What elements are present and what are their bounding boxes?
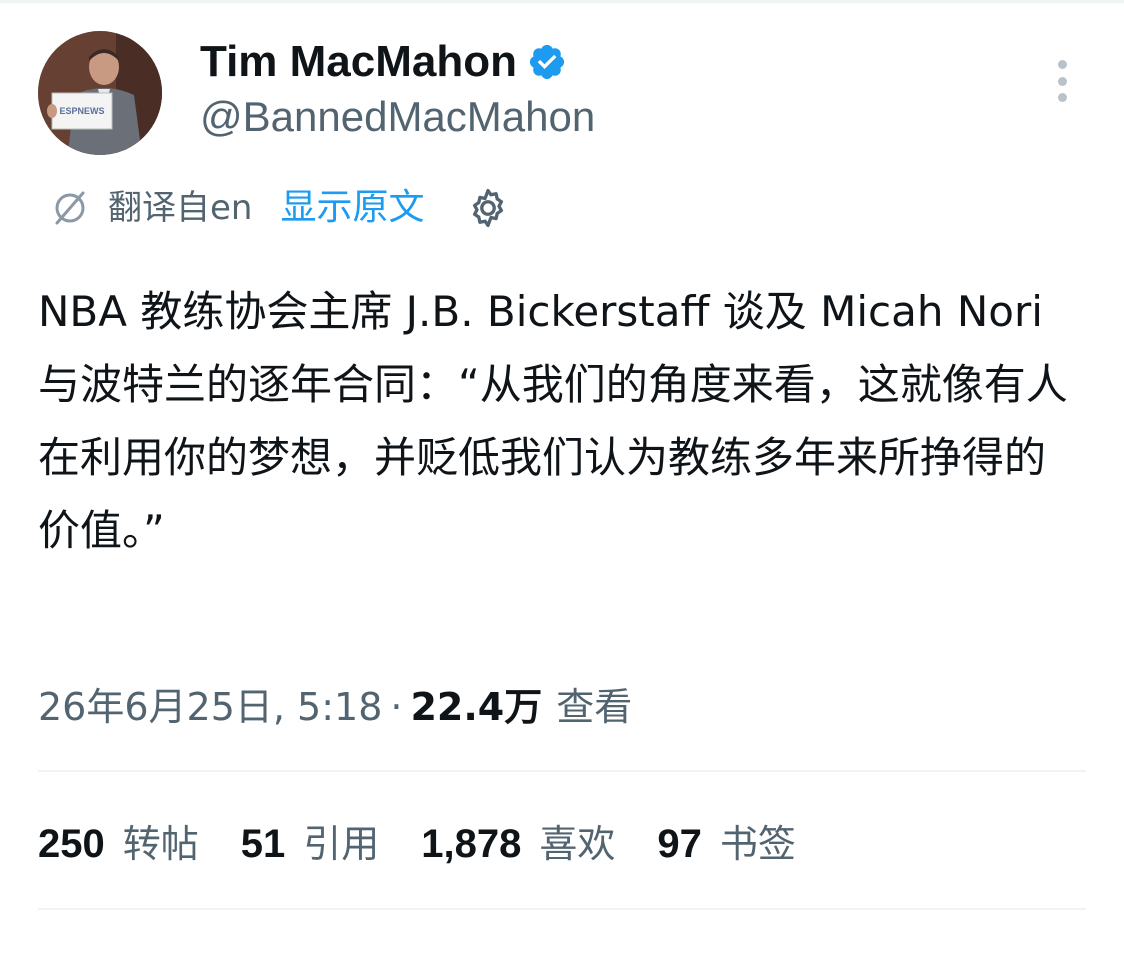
avatar-image: ESPNEWS xyxy=(38,31,162,155)
author-display-name[interactable]: Tim MacMahon xyxy=(200,36,517,88)
avatar[interactable]: ESPNEWS xyxy=(38,31,162,155)
stat-label: 转帖 xyxy=(122,822,199,866)
translated-from-label: 翻译自en xyxy=(108,188,253,228)
translation-bar: 翻译自en 显示原文 xyxy=(50,182,510,234)
engagement-stats: 250 转帖 51 引用 1,878 喜欢 97 书签 xyxy=(38,816,838,872)
stat-count: 1,878 xyxy=(421,822,522,866)
divider xyxy=(38,770,1086,772)
more-vertical-icon-dot xyxy=(1057,76,1067,86)
stat-label: 引用 xyxy=(303,822,380,866)
divider xyxy=(38,908,1086,910)
more-vertical-icon xyxy=(1057,60,1067,69)
more-options-button[interactable] xyxy=(1040,56,1084,106)
stat-count: 51 xyxy=(240,822,286,866)
top-divider xyxy=(0,0,1124,3)
avatar-sign-text: ESPNEWS xyxy=(59,106,104,116)
stat-likes[interactable]: 1,878 喜欢 xyxy=(421,816,615,872)
translate-icon xyxy=(55,191,85,225)
tweet-text: NBA 教练协会主席 J.B. Bickerstaff 谈及 Micah Nor… xyxy=(38,287,1068,555)
author-name-row[interactable]: Tim MacMahon xyxy=(200,36,567,88)
author-handle[interactable]: @BannedMacMahon xyxy=(200,92,595,142)
stat-quotes[interactable]: 51 引用 xyxy=(241,816,380,872)
tweet-timestamp[interactable]: 26年6月25日, 5:18 xyxy=(38,680,382,734)
stat-reposts[interactable]: 250 转帖 xyxy=(38,816,199,872)
tweet-meta: 26年6月25日, 5:18 · 22.4万 查看 xyxy=(38,680,632,734)
meta-separator: · xyxy=(390,685,403,729)
views-label: 查看 xyxy=(556,685,633,729)
stat-label: 喜欢 xyxy=(539,822,616,866)
stat-count: 97 xyxy=(657,822,702,866)
stat-count: 250 xyxy=(38,822,105,866)
show-original-link[interactable]: 显示原文 xyxy=(280,184,424,232)
views-count: 22.4万 xyxy=(410,685,543,729)
stat-bookmarks[interactable]: 97 书签 xyxy=(657,816,796,872)
gear-icon[interactable] xyxy=(466,186,510,230)
verified-badge-icon xyxy=(529,44,565,80)
stat-label: 书签 xyxy=(719,822,796,866)
more-vertical-icon-dot xyxy=(1057,93,1067,102)
